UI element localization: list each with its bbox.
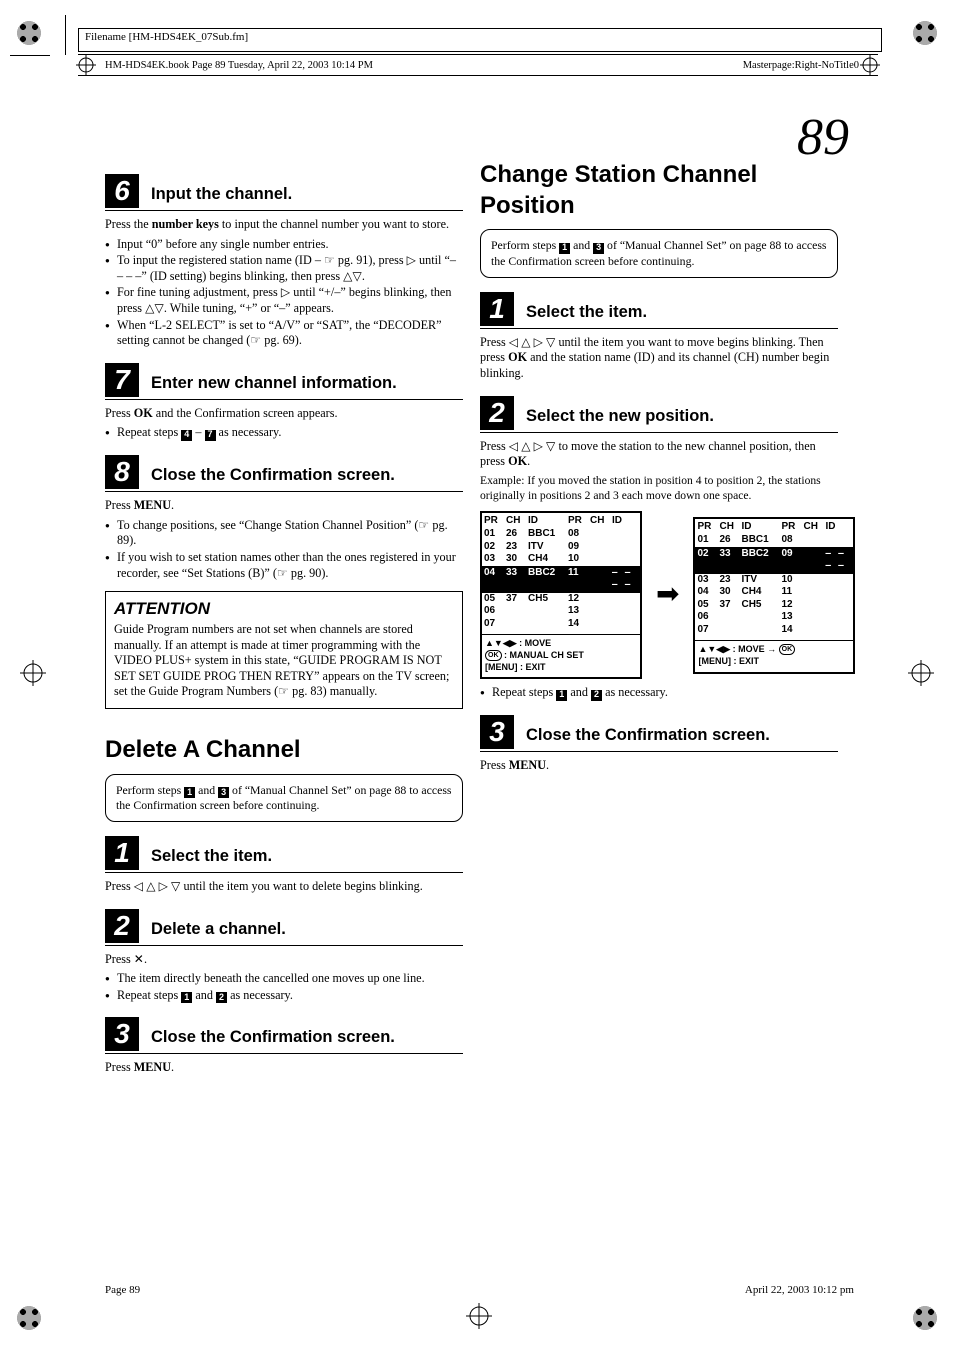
arrow-icon: ➡ [656, 581, 679, 609]
step-6-header: 6 Input the channel. [105, 174, 463, 211]
delete-channel-title: Delete A Channel [105, 735, 463, 766]
delete-note-box: Perform steps 1 and 3 of “Manual Channel… [105, 774, 463, 822]
chg-step-1-header: 1 Select the item. [480, 292, 838, 329]
target-left [20, 660, 46, 686]
registration-bottom-right [910, 1303, 940, 1333]
chg-step-2-example: Example: If you moved the station in pos… [480, 474, 838, 504]
book-info: HM-HDS4EK.book Page 89 Tuesday, April 22… [105, 60, 373, 71]
step-7-title: Enter new channel information. [151, 373, 397, 397]
chg-step-1-para: Press ◁ △ ▷ ▽ until the item you want to… [480, 335, 838, 382]
step-8-bullets: To change positions, see “Change Station… [105, 518, 463, 581]
registration-top-right [910, 18, 940, 48]
ref-step-1: 1 [184, 787, 195, 798]
ref-step-4: 4 [181, 430, 192, 441]
step-num-7: 7 [105, 363, 139, 397]
channel-table-before: PRCHIDPRCHID0126BBC1080223ITV090330CH410… [480, 511, 642, 679]
del-step-1-para: Press ◁ △ ▷ ▽ until the item you want to… [105, 879, 463, 895]
attention-body: Guide Program numbers are not set when c… [114, 622, 454, 700]
chg-step-3-para: Press MENU. [480, 758, 838, 774]
attention-title: ATTENTION [114, 598, 454, 620]
del-step-2-header: 2 Delete a channel. [105, 909, 463, 946]
del-step-1-header: 1 Select the item. [105, 836, 463, 873]
registration-bottom-left [14, 1303, 44, 1333]
chg-step-3-header: 3 Close the Confirmation screen. [480, 715, 838, 752]
step-6-title: Input the channel. [151, 184, 292, 208]
step-6-para: Press the number keys to input the chann… [105, 217, 463, 233]
page-number: 89 [797, 108, 849, 167]
step-7-para: Press OK and the Confirmation screen app… [105, 406, 463, 422]
del-step-3-header: 3 Close the Confirmation screen. [105, 1017, 463, 1054]
right-column: Change Station Channel Position Perform … [480, 160, 838, 778]
footer-left: Page 89 [105, 1284, 140, 1296]
chg-step-2-bullets: Repeat steps 1 and 2 as necessary. [480, 685, 838, 701]
step-6-bullets: Input “0” before any single number entri… [105, 237, 463, 349]
footer: Page 89 April 22, 2003 10:12 pm [105, 1284, 854, 1296]
step-8-para: Press MENU. [105, 498, 463, 514]
masterpage-label: Masterpage:Right-NoTitle0 [743, 60, 859, 71]
change-note-box: Perform steps 1 and 3 of “Manual Channel… [480, 229, 838, 277]
ref-step-3: 3 [218, 787, 229, 798]
step-8-header: 8 Close the Confirmation screen. [105, 455, 463, 492]
chg-step-2-para: Press ◁ △ ▷ ▽ to move the station to the… [480, 439, 838, 470]
step-num-8: 8 [105, 455, 139, 489]
del-step-2-bullets: The item directly beneath the cancelled … [105, 971, 463, 1003]
step-7-bullets: Repeat steps 4 – 7 as necessary. [105, 425, 463, 441]
target-right [908, 660, 934, 686]
registration-top-left [14, 18, 44, 48]
ref-step-7: 7 [205, 430, 216, 441]
step-8-title: Close the Confirmation screen. [151, 465, 395, 489]
chg-step-2-header: 2 Select the new position. [480, 396, 838, 433]
left-column: 6 Input the channel. Press the number ke… [105, 160, 463, 1080]
step-num-6: 6 [105, 174, 139, 208]
filename-box: Filename [HM-HDS4EK_07Sub.fm] [78, 28, 882, 52]
channel-diagram: PRCHIDPRCHID0126BBC1080223ITV090330CH410… [480, 511, 838, 679]
step-7-header: 7 Enter new channel information. [105, 363, 463, 400]
attention-box: ATTENTION Guide Program numbers are not … [105, 591, 463, 709]
change-position-title: Change Station Channel Position [480, 160, 838, 221]
target-bottom [466, 1303, 492, 1329]
del-step-3-para: Press MENU. [105, 1060, 463, 1076]
filename-text: Filename [HM-HDS4EK_07Sub.fm] [85, 31, 248, 43]
del-step-2-para: Press ✕. [105, 952, 463, 968]
channel-table-after: PRCHIDPRCHID0126BBC1080233BBC209– – – –0… [693, 517, 855, 673]
footer-right: April 22, 2003 10:12 pm [745, 1284, 854, 1296]
